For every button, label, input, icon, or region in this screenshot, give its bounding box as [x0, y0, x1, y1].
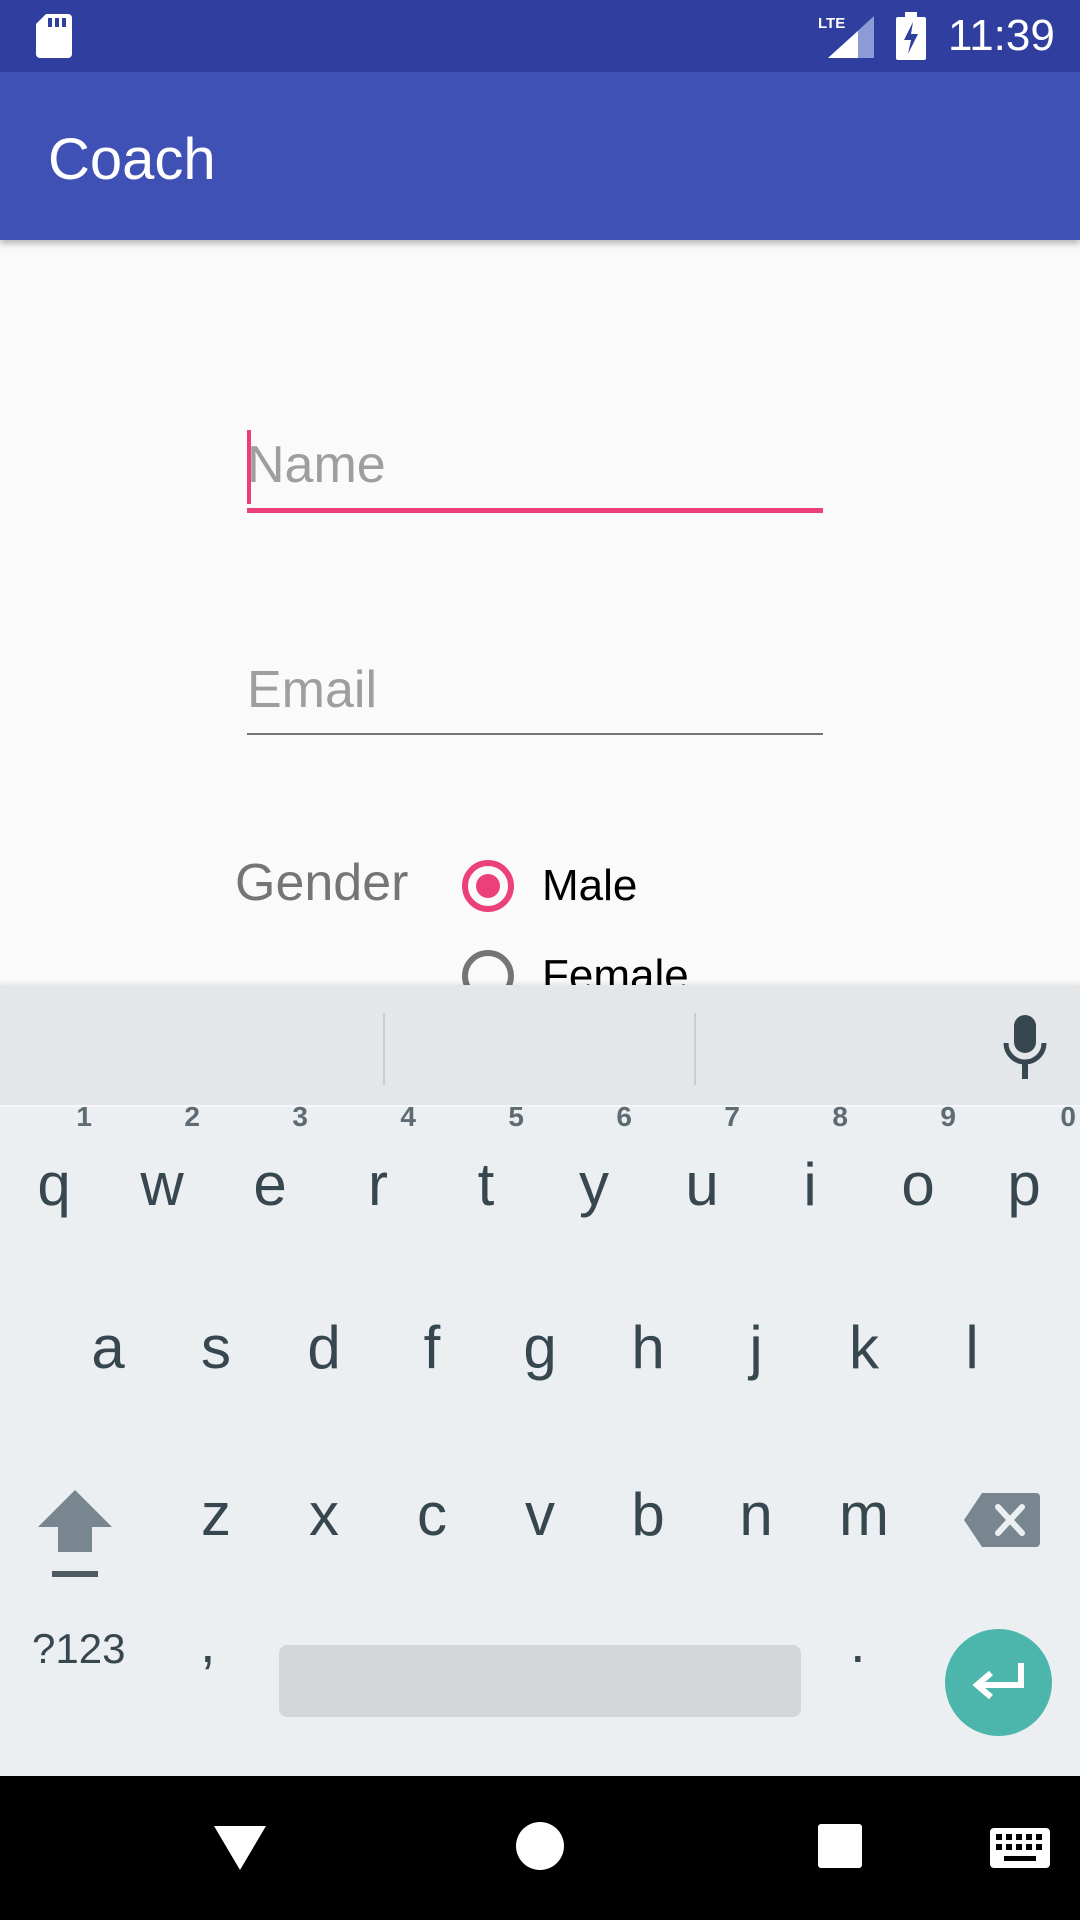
backspace-icon[interactable]	[962, 1485, 1042, 1555]
battery-charging-icon	[896, 12, 926, 60]
text-cursor	[247, 430, 251, 504]
key-s[interactable]: s	[164, 1268, 268, 1428]
sd-card-icon	[36, 14, 72, 58]
key-l[interactable]: l	[920, 1268, 1024, 1428]
radio-male[interactable]: Male	[462, 860, 637, 912]
key-q[interactable]: q1	[2, 1101, 106, 1265]
key-i-label: i	[803, 1151, 817, 1218]
home-icon[interactable]	[516, 1822, 564, 1870]
key-k[interactable]: k	[812, 1268, 916, 1428]
radio-checked-icon[interactable]	[462, 860, 514, 912]
status-bar: LTE 11:39	[0, 0, 1080, 72]
key-r-label: r	[368, 1151, 388, 1218]
key-p[interactable]: p0	[972, 1101, 1076, 1265]
key-e-label: e	[253, 1151, 287, 1218]
key-b[interactable]: b	[596, 1435, 700, 1595]
key-u[interactable]: u7	[650, 1101, 754, 1265]
key-d[interactable]: d	[272, 1268, 376, 1428]
recents-icon[interactable]	[818, 1824, 862, 1868]
app-title: Coach	[48, 127, 216, 192]
navigation-bar	[0, 1776, 1080, 1920]
back-icon[interactable]	[212, 1824, 268, 1872]
key-e[interactable]: e3	[218, 1101, 322, 1265]
app-bar: Coach	[0, 72, 1080, 240]
key-w-hint: 2	[184, 1101, 200, 1132]
key-n[interactable]: n	[704, 1435, 808, 1595]
key-q-hint: 1	[76, 1101, 92, 1132]
key-e-hint: 3	[292, 1101, 308, 1132]
name-underline	[247, 508, 823, 513]
key-i[interactable]: i8	[758, 1101, 862, 1265]
key-o[interactable]: o9	[866, 1101, 970, 1265]
soft-keyboard: q1 w2 e3 r4 t5 y6 u7 i8 o9 p0 a s d f g …	[0, 985, 1080, 1776]
key-p-label: p	[1007, 1151, 1041, 1218]
key-w-label: w	[140, 1151, 184, 1218]
period-key[interactable]: .	[850, 1610, 866, 1675]
key-g[interactable]: g	[488, 1268, 592, 1428]
key-r-hint: 4	[400, 1101, 416, 1132]
suggestion-divider	[383, 1013, 385, 1085]
enter-key[interactable]	[945, 1629, 1052, 1736]
keyboard-switch-icon[interactable]	[990, 1828, 1050, 1868]
key-v[interactable]: v	[488, 1435, 592, 1595]
key-h[interactable]: h	[596, 1268, 700, 1428]
key-p-hint: 0	[1060, 1101, 1076, 1132]
symbols-key[interactable]: ?123	[32, 1625, 125, 1673]
suggestion-divider	[694, 1013, 696, 1085]
key-y-label: y	[579, 1151, 609, 1218]
clock: 11:39	[948, 11, 1055, 60]
radio-male-label: Male	[542, 861, 638, 910]
email-underline	[247, 733, 823, 735]
enter-icon	[972, 1663, 1024, 1700]
key-u-hint: 7	[724, 1101, 740, 1132]
comma-key[interactable]: ,	[200, 1610, 216, 1675]
lte-text: LTE	[818, 15, 845, 32]
name-field[interactable]	[247, 430, 823, 513]
email-field[interactable]	[247, 655, 823, 735]
key-u-label: u	[685, 1151, 719, 1218]
lte-signal-icon: LTE	[818, 15, 874, 58]
key-t[interactable]: t5	[434, 1101, 538, 1265]
microphone-icon[interactable]	[1000, 1015, 1050, 1079]
key-a[interactable]: a	[56, 1268, 160, 1428]
key-o-hint: 9	[940, 1101, 956, 1132]
key-f[interactable]: f	[380, 1268, 484, 1428]
suggestion-strip	[0, 985, 1080, 1107]
key-t-hint: 5	[508, 1101, 524, 1132]
email-input[interactable]	[247, 655, 823, 725]
key-x[interactable]: x	[272, 1435, 376, 1595]
key-r[interactable]: r4	[326, 1101, 430, 1265]
key-t-label: t	[477, 1151, 495, 1218]
space-bar[interactable]	[279, 1645, 801, 1717]
name-input[interactable]	[247, 430, 823, 500]
shift-icon[interactable]	[30, 1485, 120, 1585]
gender-label: Gender	[235, 854, 409, 912]
key-y-hint: 6	[616, 1101, 632, 1132]
key-w[interactable]: w2	[110, 1101, 214, 1265]
key-z[interactable]: z	[164, 1435, 268, 1595]
key-y[interactable]: y6	[542, 1101, 646, 1265]
key-o-label: o	[901, 1151, 935, 1218]
key-m[interactable]: m	[812, 1435, 916, 1595]
key-j[interactable]: j	[704, 1268, 808, 1428]
key-c[interactable]: c	[380, 1435, 484, 1595]
key-q-label: q	[37, 1151, 71, 1218]
key-i-hint: 8	[832, 1101, 848, 1132]
